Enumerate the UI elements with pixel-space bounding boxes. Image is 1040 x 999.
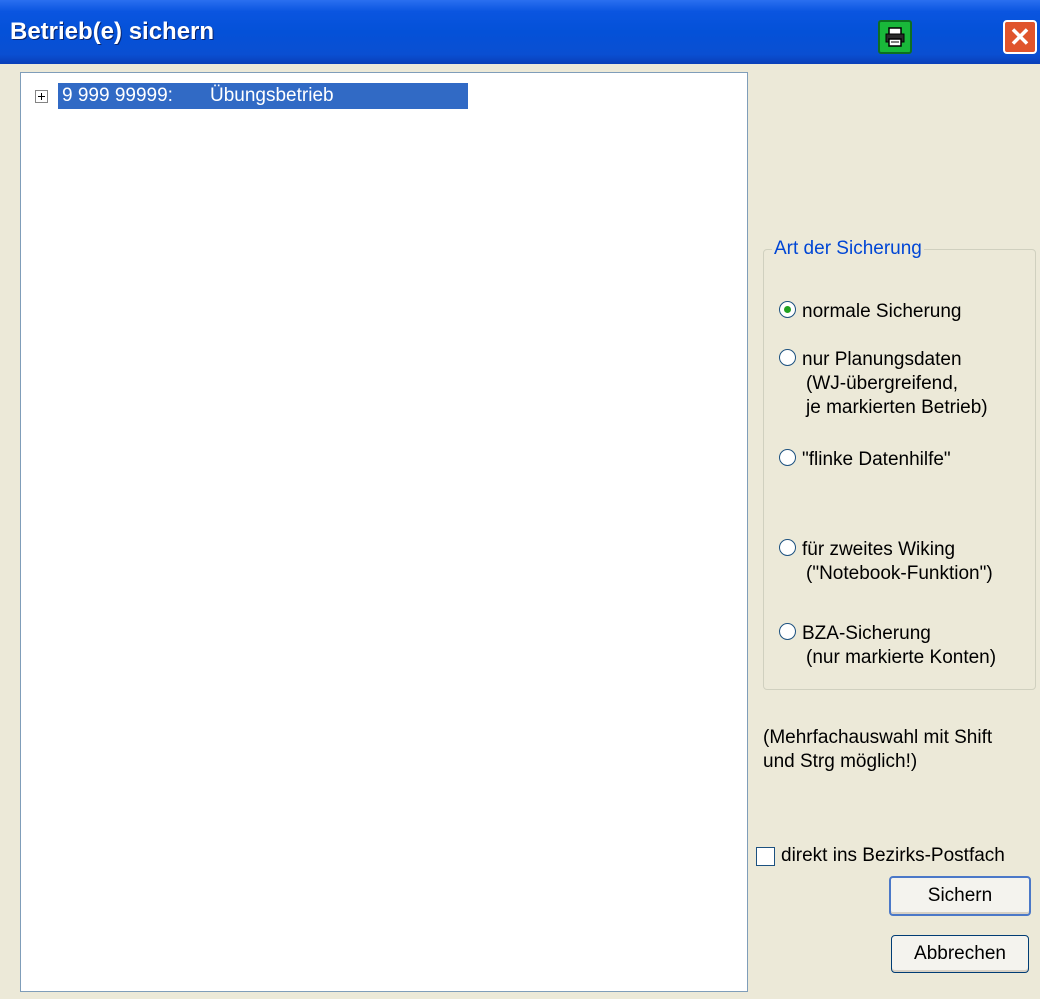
radio-second-wiking[interactable]: für zweites Wiking ("Notebook-Funktion") <box>779 538 993 586</box>
close-button[interactable]: ✕ <box>1003 20 1037 54</box>
radio-normal-backup[interactable]: normale Sicherung <box>779 300 961 324</box>
radio-selected-dot <box>784 306 791 313</box>
hint-line: und Strg möglich!) <box>763 751 918 772</box>
backup-type-legend: Art der Sicherung <box>774 238 922 259</box>
radio-sublabel: je markierten Betrieb) <box>806 397 988 418</box>
multi-select-hint: (Mehrfachauswahl mit Shift und Strg mögl… <box>763 726 1038 774</box>
postfach-checkbox-row[interactable]: direkt ins Bezirks-Postfach <box>756 845 1005 867</box>
radio-label: BZA-Sicherung <box>802 623 931 644</box>
radio-label: für zweites Wiking <box>802 539 956 560</box>
printer-icon <box>885 27 905 47</box>
radio-planning-data[interactable]: nur Planungsdaten (WJ-übergreifend, je m… <box>779 348 988 420</box>
hint-line: (Mehrfachauswahl mit Shift <box>763 727 993 748</box>
title-bar: Betrieb(e) sichern ✕ <box>0 0 1040 64</box>
cancel-button[interactable]: Abbrechen <box>891 935 1029 973</box>
radio-bza-backup[interactable]: BZA-Sicherung (nur markierte Konten) <box>779 622 996 670</box>
tree-item-selected[interactable]: 9 999 99999: Übungsbetrieb <box>58 83 468 109</box>
company-name: Übungsbetrieb <box>210 85 334 106</box>
postfach-checkbox-label: direkt ins Bezirks-Postfach <box>781 845 1005 866</box>
close-icon: ✕ <box>1009 22 1031 52</box>
radio-circle-icon[interactable] <box>779 623 796 640</box>
radio-sublabel: (nur markierte Konten) <box>806 647 997 668</box>
radio-sublabel: ("Notebook-Funktion") <box>806 563 993 584</box>
tree-row[interactable]: 9 999 99999: Übungsbetrieb <box>35 83 468 109</box>
radio-quick-data-help[interactable]: "flinke Datenhilfe" <box>779 448 951 472</box>
radio-label: nur Planungsdaten <box>802 349 962 370</box>
radio-circle-icon[interactable] <box>779 301 796 318</box>
company-tree[interactable]: 9 999 99999: Übungsbetrieb <box>20 72 748 992</box>
radio-circle-icon[interactable] <box>779 349 796 366</box>
window-title: Betrieb(e) sichern <box>10 18 215 45</box>
radio-label: "flinke Datenhilfe" <box>802 449 951 470</box>
radio-circle-icon[interactable] <box>779 539 796 556</box>
radio-sublabel: (WJ-übergreifend, <box>806 373 959 394</box>
radio-circle-icon[interactable] <box>779 449 796 466</box>
company-number: 9 999 99999: <box>62 85 173 106</box>
print-button[interactable] <box>878 20 912 54</box>
postfach-checkbox[interactable] <box>756 846 775 866</box>
radio-label: normale Sicherung <box>802 301 962 322</box>
backup-type-group: Art der Sicherung normale Sicherung nur … <box>763 238 1036 690</box>
save-button[interactable]: Sichern <box>889 876 1031 916</box>
expand-plus-icon[interactable] <box>35 89 48 103</box>
